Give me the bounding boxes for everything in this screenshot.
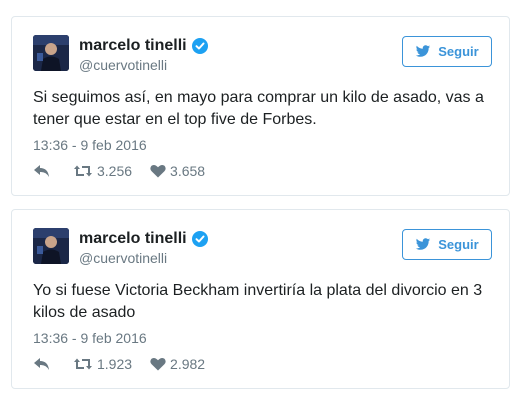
verified-badge-icon	[191, 231, 208, 247]
timestamp[interactable]: 13:36 - 9 feb 2016	[33, 330, 147, 346]
follow-label: Seguir	[438, 44, 479, 59]
tweet-card: marcelo tinelli @cuervotinelli Seguir Si…	[11, 16, 510, 196]
retweet-count: 1.923	[97, 356, 133, 372]
retweet-icon[interactable]	[73, 357, 93, 371]
avatar[interactable]	[33, 228, 69, 264]
follow-button[interactable]: Seguir	[402, 36, 492, 67]
follow-button[interactable]: Seguir	[402, 229, 492, 260]
follow-label: Seguir	[438, 237, 479, 252]
reply-icon[interactable]	[33, 357, 51, 371]
handle[interactable]: @cuervotinelli	[79, 57, 167, 73]
tweet-text: Si seguimos así, en mayo para comprar un…	[33, 89, 484, 128]
verified-badge-icon	[191, 38, 208, 54]
avatar[interactable]	[33, 35, 69, 71]
display-name[interactable]: marcelo tinelli	[79, 37, 187, 55]
display-name[interactable]: marcelo tinelli	[79, 230, 187, 248]
tweet-card: marcelo tinelli @cuervotinelli Seguir Yo…	[11, 209, 510, 389]
heart-icon[interactable]	[150, 357, 166, 371]
timestamp[interactable]: 13:36 - 9 feb 2016	[33, 137, 147, 153]
retweet-icon[interactable]	[73, 164, 93, 178]
bird-icon	[416, 45, 431, 57]
handle[interactable]: @cuervotinelli	[79, 250, 167, 266]
heart-icon[interactable]	[150, 164, 166, 178]
retweet-count: 3.256	[97, 163, 133, 179]
like-count: 3.658	[170, 163, 206, 179]
tweet-text: Yo si fuese Victoria Beckham invertiría …	[33, 282, 483, 321]
bird-icon	[416, 238, 431, 250]
reply-icon[interactable]	[33, 164, 51, 178]
like-count: 2.982	[170, 356, 206, 372]
